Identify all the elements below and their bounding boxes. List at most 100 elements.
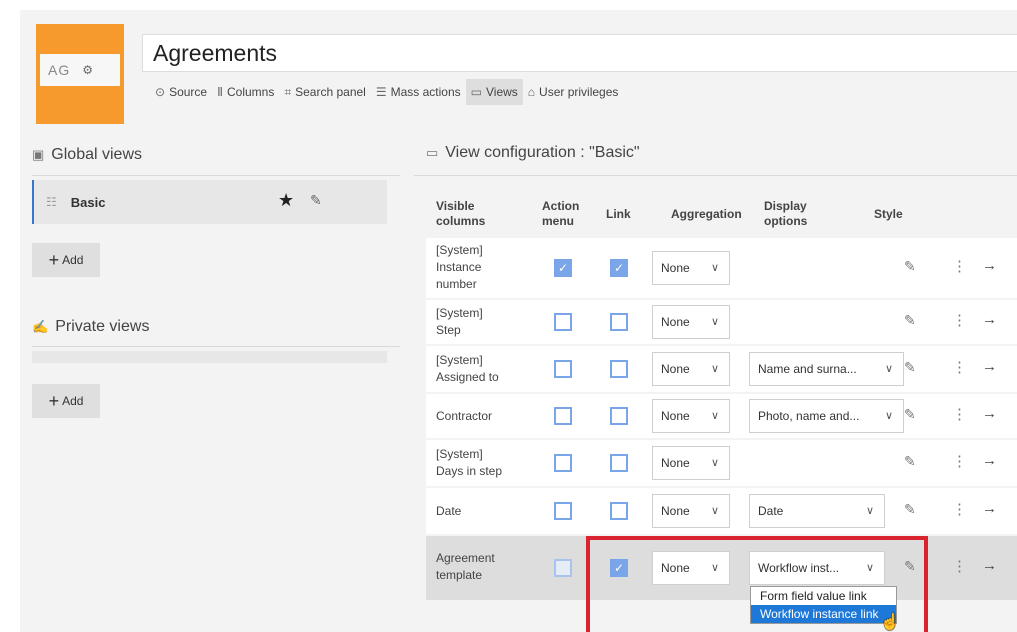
action-menu-checkbox[interactable] [554, 502, 572, 520]
more-options-icon[interactable]: ⋮ [952, 500, 967, 518]
link-checkbox[interactable] [610, 454, 628, 472]
tab-columns[interactable]: Ⅱ Columns [212, 79, 279, 105]
tab-label: Views [485, 85, 518, 99]
action-menu-checkbox[interactable] [554, 407, 572, 425]
tab-user-privileges[interactable]: ⌂ User privileges [523, 79, 624, 105]
more-options-icon[interactable]: ⋮ [952, 405, 967, 423]
aggregation-value: None [661, 315, 690, 329]
header-visible-columns: Visible columns [436, 199, 486, 228]
private-views-title: Private views [55, 318, 150, 335]
display-options-select[interactable]: Date ∨ [749, 494, 885, 528]
row-label: Contractor [436, 409, 493, 423]
divider [32, 346, 400, 347]
arrow-right-icon[interactable]: → [982, 405, 997, 422]
view-item-basic[interactable]: ☷ Basic ★ ✎ [32, 180, 387, 224]
app-title-field[interactable]: Agreements [142, 34, 1017, 72]
display-options-select[interactable]: Photo, name and... ∨ [749, 399, 904, 433]
link-checkbox[interactable] [610, 313, 628, 331]
row-label: Date [436, 504, 462, 518]
display-value: Photo, name and... [758, 409, 860, 423]
chevron-down-icon: ∨ [884, 363, 893, 375]
arrow-right-icon[interactable]: → [982, 311, 997, 328]
add-global-view-button[interactable]: + Add [32, 243, 100, 277]
action-menu-checkbox[interactable] [554, 559, 572, 577]
style-edit-icon[interactable]: ✎ [904, 258, 916, 275]
table-header: Visible columns Action menu Link Aggrega… [426, 186, 1017, 236]
columns-icon: Ⅱ [217, 85, 223, 99]
search-panel-icon: ⌗ [284, 84, 292, 99]
row-label: [System] Step [436, 306, 483, 337]
add-private-view-button[interactable]: + Add [32, 384, 100, 418]
more-options-icon[interactable]: ⋮ [952, 358, 967, 376]
views-icon: ▭ [426, 145, 439, 160]
more-options-icon[interactable]: ⋮ [952, 311, 967, 329]
link-checkbox[interactable] [610, 360, 628, 378]
table-row: [System] Assigned to None ∨ Name and surn… [426, 346, 1017, 392]
more-options-icon[interactable]: ⋮ [952, 257, 967, 275]
chevron-down-icon: ∨ [865, 505, 874, 517]
style-edit-icon[interactable]: ✎ [904, 453, 916, 470]
more-options-icon[interactable]: ⋮ [952, 452, 967, 470]
page-title: Agreements [153, 39, 278, 66]
dropdown-option-form-field-value-link[interactable]: Form field value link [751, 587, 896, 605]
aggregation-select[interactable]: None ∨ [652, 399, 730, 433]
view-config-title: View configuration : "Basic" [445, 144, 640, 161]
display-options-dropdown-list: Form field value link Workflow instance … [750, 586, 897, 624]
table-row: [System] Instance number ✓ ✓ None ∨ ✎ ⋮ → [426, 238, 1017, 298]
divider [414, 175, 1017, 176]
arrow-right-icon[interactable]: → [982, 500, 997, 517]
style-edit-icon[interactable]: ✎ [904, 501, 916, 518]
row-label: [System] Days in step [436, 447, 503, 478]
row-label: [System] Instance number [436, 243, 483, 291]
dropdown-option-workflow-instance-link[interactable]: Workflow instance link [751, 605, 896, 623]
arrow-right-icon[interactable]: → [982, 257, 997, 274]
user-permission-icon: ⚙ [82, 63, 93, 77]
edit-pencil-icon[interactable]: ✎ [310, 192, 322, 209]
style-edit-icon[interactable]: ✎ [904, 406, 916, 423]
aggregation-select[interactable]: None ∨ [652, 352, 730, 386]
link-checkbox[interactable] [610, 407, 628, 425]
star-icon[interactable]: ★ [278, 190, 294, 211]
display-value: Name and surna... [758, 362, 857, 376]
action-menu-checkbox[interactable] [554, 360, 572, 378]
header-action-menu: Action menu [542, 199, 580, 228]
style-edit-icon[interactable]: ✎ [904, 312, 916, 329]
aggregation-value: None [661, 362, 690, 376]
aggregation-select[interactable]: None ∨ [652, 494, 730, 528]
global-views-title: Global views [51, 146, 142, 163]
tab-mass-actions[interactable]: ☰ Mass actions [371, 79, 466, 105]
aggregation-value: None [661, 456, 690, 470]
style-edit-icon[interactable]: ✎ [904, 359, 916, 376]
tab-views[interactable]: ▭ Views [465, 79, 523, 105]
list-icon: ☷ [46, 195, 57, 209]
header-aggregation: Aggregation [671, 207, 742, 221]
chevron-down-icon: ∨ [710, 363, 719, 375]
arrow-right-icon[interactable]: → [982, 358, 997, 375]
arrow-right-icon[interactable]: → [982, 452, 997, 469]
more-options-icon[interactable]: ⋮ [952, 557, 967, 575]
chevron-down-icon: ∨ [710, 316, 719, 328]
link-checkbox[interactable] [610, 502, 628, 520]
aggregation-select[interactable]: None ∨ [652, 251, 730, 285]
display-value: Date [758, 504, 784, 518]
tab-label: Columns [227, 85, 275, 99]
row-label: Agreement template [436, 551, 495, 582]
add-label: Add [62, 394, 84, 408]
tab-search-panel[interactable]: ⌗ Search panel [279, 79, 370, 105]
chevron-down-icon: ∨ [884, 410, 893, 422]
mass-actions-icon: ☰ [375, 85, 387, 99]
aggregation-select[interactable]: None ∨ [652, 305, 730, 339]
display-options-select[interactable]: Name and surna... ∨ [749, 352, 904, 386]
row-label: [System] Assigned to [436, 353, 499, 384]
arrow-right-icon[interactable]: → [982, 557, 997, 574]
tab-label: Search panel [295, 85, 366, 99]
tab-source[interactable]: ⊙ Source [150, 79, 212, 105]
aggregation-value: None [661, 409, 690, 423]
private-views-empty-list [32, 351, 387, 363]
link-checkbox[interactable]: ✓ [610, 259, 628, 277]
aggregation-select[interactable]: None ∨ [652, 446, 730, 480]
action-menu-checkbox[interactable] [554, 454, 572, 472]
action-menu-checkbox[interactable]: ✓ [554, 259, 572, 277]
action-menu-checkbox[interactable] [554, 313, 572, 331]
add-label: Add [62, 253, 84, 267]
